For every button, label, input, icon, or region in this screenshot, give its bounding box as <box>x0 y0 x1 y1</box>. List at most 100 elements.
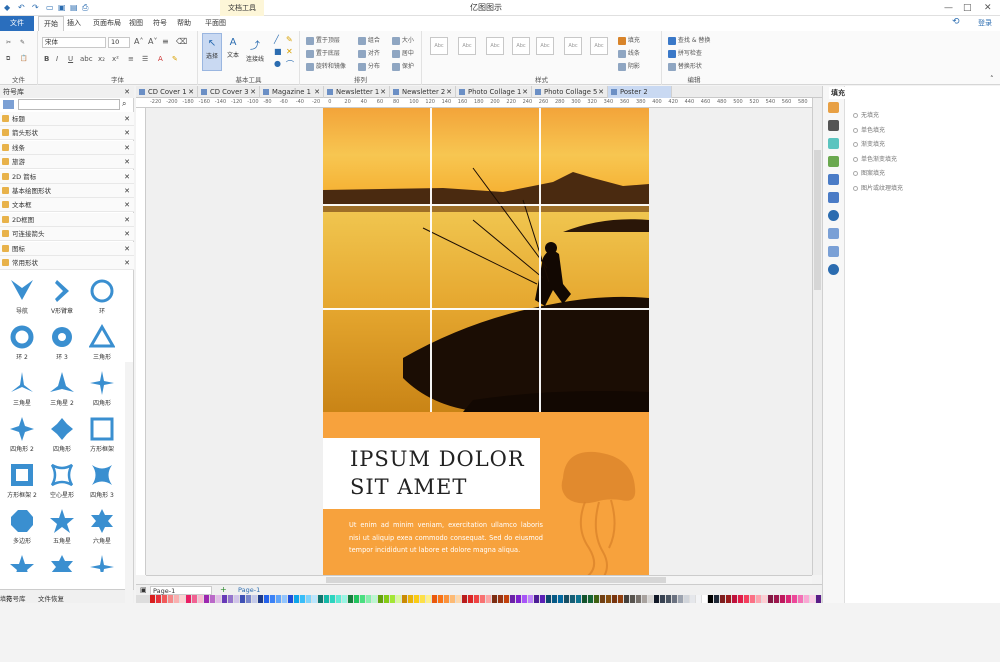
library-category-row[interactable]: 可连接箭头 ✕ <box>0 227 134 242</box>
fill-panel-icon[interactable] <box>828 102 839 113</box>
library-shape-item[interactable] <box>82 552 122 572</box>
library-category-row[interactable]: 标题 ✕ <box>0 112 134 126</box>
color-swatch[interactable] <box>264 595 269 603</box>
line-panel-icon[interactable] <box>828 120 839 131</box>
line-icon[interactable]: ╱ <box>274 35 279 44</box>
color-swatch[interactable] <box>792 595 797 603</box>
color-swatch[interactable] <box>480 595 485 603</box>
library-shape-item[interactable]: 三角星 <box>2 368 42 408</box>
color-swatch[interactable] <box>648 595 653 603</box>
color-swatch[interactable] <box>378 595 383 603</box>
close-tab-icon[interactable]: ✕ <box>446 86 452 98</box>
color-swatch[interactable] <box>726 595 731 603</box>
menu-view[interactable]: 视图 <box>124 16 148 31</box>
color-swatch[interactable] <box>444 595 449 603</box>
library-shape-item[interactable]: 环 <box>82 276 122 316</box>
color-swatch[interactable] <box>324 595 329 603</box>
style-preset-5[interactable]: Abc <box>536 37 554 55</box>
menu-page-layout[interactable]: 页面布局 <box>88 16 126 31</box>
menu-floor-plan[interactable]: 平面图 <box>200 16 231 31</box>
fill-button[interactable]: 填充 <box>618 35 640 45</box>
color-swatch[interactable] <box>672 595 677 603</box>
library-shape-item[interactable]: V形臂章 <box>42 276 82 316</box>
arc-icon[interactable]: ⌒ <box>286 59 294 70</box>
color-swatch[interactable] <box>414 595 419 603</box>
color-swatch[interactable] <box>564 595 569 603</box>
color-swatch[interactable] <box>384 595 389 603</box>
color-swatch[interactable] <box>150 595 155 603</box>
close-category-icon[interactable]: ✕ <box>124 126 130 140</box>
size-button[interactable]: 大小 <box>392 35 414 45</box>
library-shape-item[interactable]: 多边形 <box>2 506 42 546</box>
library-category-row[interactable]: 图标 ✕ <box>0 241 134 256</box>
color-swatch[interactable] <box>588 595 593 603</box>
color-swatch[interactable] <box>426 595 431 603</box>
shadow-panel-icon[interactable] <box>828 138 839 149</box>
library-search-input[interactable] <box>18 99 120 110</box>
document-tab[interactable]: Newsletter 1 ✕ <box>324 86 390 98</box>
horizontal-scrollbar[interactable] <box>146 575 812 584</box>
close-tab-icon[interactable]: ✕ <box>598 86 604 98</box>
close-category-icon[interactable]: ✕ <box>124 198 130 212</box>
color-swatch[interactable] <box>528 595 533 603</box>
color-swatch[interactable] <box>336 595 341 603</box>
color-swatch[interactable] <box>504 595 509 603</box>
close-category-icon[interactable]: ✕ <box>124 170 130 184</box>
color-swatch[interactable] <box>768 595 773 603</box>
copy-icon[interactable]: ⧉ <box>6 55 10 63</box>
page-panel-icon[interactable] <box>828 192 839 203</box>
select-tool-button[interactable]: ↖ 选择 <box>202 33 222 71</box>
color-swatch[interactable] <box>738 595 743 603</box>
color-swatch[interactable] <box>612 595 617 603</box>
fill-option[interactable]: 渐变填充 <box>853 139 885 148</box>
library-shape-item[interactable]: 方形框架 2 <box>2 460 42 500</box>
color-swatch[interactable] <box>696 595 701 603</box>
style-preset-2[interactable]: Abc <box>458 37 476 55</box>
color-swatch[interactable] <box>420 595 425 603</box>
fill-option[interactable]: 无填充 <box>853 110 879 119</box>
bold-icon[interactable]: B <box>44 55 49 63</box>
close-category-icon[interactable]: ✕ <box>124 112 130 126</box>
color-swatch[interactable] <box>306 595 311 603</box>
library-shape-item[interactable]: 四角形 3 <box>82 460 122 500</box>
document-panel-icon[interactable] <box>828 228 839 239</box>
fill-option[interactable]: 单色填充 <box>853 125 885 134</box>
color-swatch[interactable] <box>702 595 707 603</box>
protect-button[interactable]: 保护 <box>392 61 414 71</box>
color-swatch[interactable] <box>348 595 353 603</box>
close-category-icon[interactable]: ✕ <box>124 141 130 155</box>
rotate-mirror-button[interactable]: 旋转和镜像 <box>306 61 346 71</box>
fill-option[interactable]: 单色渐变填充 <box>853 154 897 163</box>
style-preset-4[interactable]: Abc <box>512 37 530 55</box>
color-swatch[interactable] <box>486 595 491 603</box>
color-swatch[interactable] <box>168 595 173 603</box>
library-shape-item[interactable]: 三角形 <box>82 322 122 362</box>
save-icon[interactable]: ▤ <box>70 3 78 12</box>
color-swatch[interactable] <box>642 595 647 603</box>
close-category-icon[interactable]: ✕ <box>124 227 130 241</box>
document-tab[interactable]: Photo Collage 5 ✕ <box>532 86 608 98</box>
color-swatch[interactable] <box>360 595 365 603</box>
italic-icon[interactable]: I <box>56 55 58 63</box>
color-swatch[interactable] <box>576 595 581 603</box>
subscript-icon[interactable]: x₂ <box>98 55 105 63</box>
ellipse-icon[interactable]: ● <box>274 59 281 68</box>
close-category-icon[interactable]: ✕ <box>124 155 130 169</box>
color-swatch[interactable] <box>600 595 605 603</box>
color-swatch[interactable] <box>450 595 455 603</box>
color-swatch[interactable] <box>492 595 497 603</box>
superscript-icon[interactable]: x² <box>112 55 119 63</box>
color-swatch[interactable] <box>156 595 161 603</box>
color-swatch[interactable] <box>774 595 779 603</box>
color-swatch[interactable] <box>432 595 437 603</box>
curve-icon[interactable]: ✕ <box>286 47 293 56</box>
library-shape-item[interactable]: 导航 <box>2 276 42 316</box>
color-swatch[interactable] <box>162 595 167 603</box>
color-swatch[interactable] <box>594 595 599 603</box>
color-swatch[interactable] <box>522 595 527 603</box>
minimize-button[interactable]: — <box>944 0 953 16</box>
close-tab-icon[interactable]: ✕ <box>314 86 320 98</box>
library-shape-item[interactable]: 四角形 <box>42 414 82 454</box>
color-swatch[interactable] <box>558 595 563 603</box>
library-shape-item[interactable]: 四角形 <box>82 368 122 408</box>
